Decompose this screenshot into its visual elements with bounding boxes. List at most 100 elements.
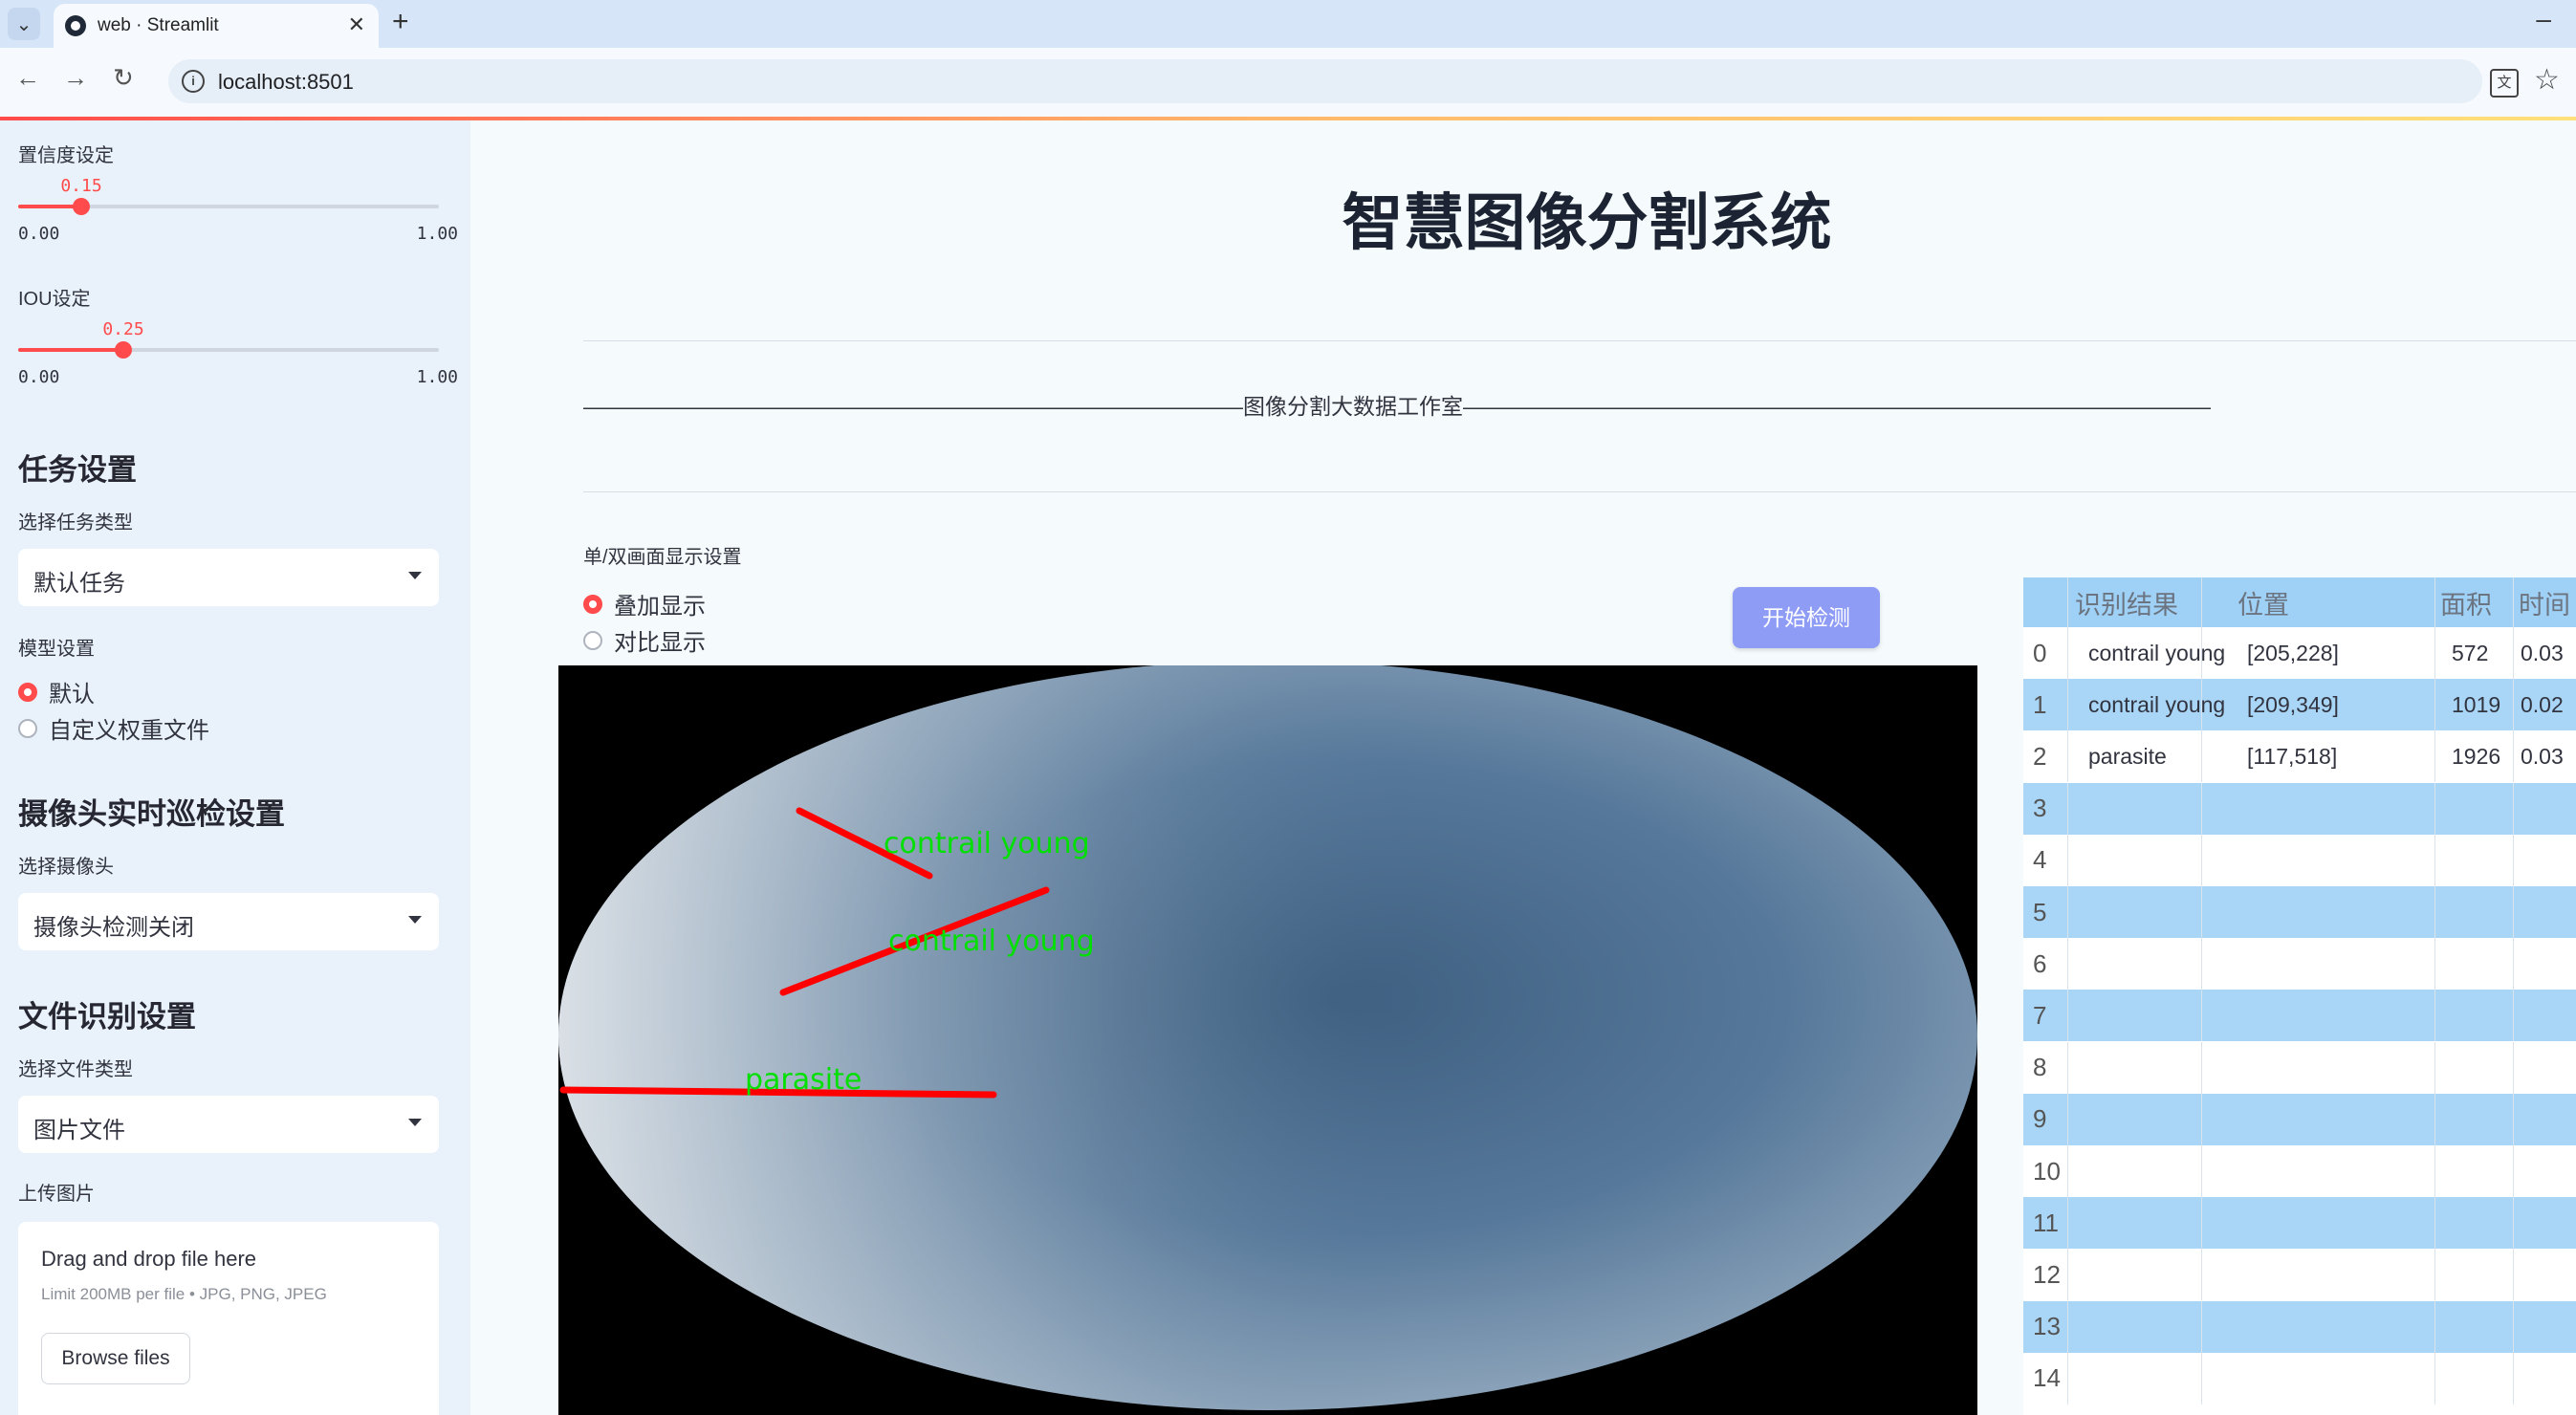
- column-divider: [2067, 679, 2068, 731]
- sidebar: 置信度设定 0.15 0.00 1.00 IOU设定 0.25 0.00 1.0…: [0, 120, 470, 1415]
- table-row[interactable]: 2 parasite [117,518] 1926 0.03: [2023, 730, 2576, 783]
- confidence-track[interactable]: [18, 198, 439, 215]
- results-table[interactable]: 识别结果 位置 面积 时间 0 contrail young [205,228] 572 0.0…: [2023, 577, 2576, 1415]
- column-divider: [2067, 834, 2068, 886]
- table-row[interactable]: 9: [2023, 1093, 2576, 1145]
- file-type-select[interactable]: 图片文件: [18, 1096, 439, 1153]
- confidence-slider[interactable]: 0.15 0.00 1.00: [18, 176, 458, 244]
- column-divider: [2434, 679, 2435, 731]
- studio-banner: ——————————————————————————————图像分割大数据工作室…: [583, 394, 2211, 419]
- model-radio-default[interactable]: 默认: [18, 675, 95, 708]
- table-row[interactable]: 8: [2023, 1041, 2576, 1094]
- radio-selected-icon: [583, 594, 602, 614]
- column-divider: [2201, 1093, 2202, 1145]
- table-row[interactable]: 13: [2023, 1300, 2576, 1353]
- divider: [583, 491, 2576, 492]
- column-divider: [2067, 886, 2068, 938]
- url-field[interactable]: i localhost:8501: [168, 59, 2482, 103]
- confidence-thumb[interactable]: [73, 198, 90, 215]
- table-row[interactable]: 11: [2023, 1197, 2576, 1250]
- cell-position: [117,518]: [2247, 743, 2338, 769]
- column-divider: [2434, 1197, 2435, 1250]
- column-divider: [2201, 1300, 2202, 1353]
- column-divider: [2434, 730, 2435, 783]
- close-tab-icon[interactable]: ✕: [348, 12, 365, 37]
- iou-value: 0.25: [102, 319, 144, 339]
- iou-track[interactable]: [18, 341, 439, 359]
- column-divider: [2513, 1300, 2514, 1353]
- column-divider: [2513, 1352, 2514, 1404]
- browse-files-button[interactable]: Browse files: [41, 1333, 190, 1384]
- model-radio-custom[interactable]: 自定义权重文件: [18, 711, 209, 745]
- radio-unselected-icon: [583, 630, 602, 650]
- iou-slider[interactable]: 0.25 0.00 1.00: [18, 319, 458, 387]
- browser-tab-bar: ⌄ web · Streamlit ✕ + –: [0, 0, 2576, 48]
- table-header-row: 识别结果 位置 面积 时间: [2023, 577, 2576, 627]
- column-divider: [2201, 990, 2202, 1042]
- column-divider: [2513, 1197, 2514, 1250]
- table-row[interactable]: 12: [2023, 1249, 2576, 1301]
- camera-select-label: 选择摄像头: [18, 857, 114, 878]
- table-row[interactable]: 10: [2023, 1145, 2576, 1197]
- table-row[interactable]: 0 contrail young [205,228] 572 0.03: [2023, 627, 2576, 679]
- column-divider: [2201, 886, 2202, 938]
- row-index: 1: [2033, 689, 2047, 719]
- forward-icon[interactable]: →: [63, 63, 88, 93]
- table-row[interactable]: 14: [2023, 1352, 2576, 1404]
- site-info-icon[interactable]: i: [182, 70, 205, 93]
- translate-icon[interactable]: 文: [2490, 69, 2519, 98]
- column-divider: [2201, 577, 2202, 627]
- column-divider: [2067, 1249, 2068, 1301]
- camera-select[interactable]: 摄像头检测关闭: [18, 893, 439, 950]
- table-header-cell[interactable]: 位置: [2238, 577, 2289, 627]
- chevron-down-icon: [408, 916, 422, 924]
- upload-label: 上传图片: [18, 1184, 95, 1205]
- start-detection-button[interactable]: 开始检测: [1733, 587, 1880, 648]
- table-row[interactable]: 7: [2023, 990, 2576, 1042]
- minimize-window-icon[interactable]: –: [2536, 4, 2551, 34]
- table-header-cell[interactable]: 面积: [2440, 577, 2492, 627]
- table-header-cell[interactable]: 时间: [2519, 577, 2570, 627]
- column-divider: [2067, 990, 2068, 1042]
- cell-position: [205,228]: [2247, 640, 2339, 665]
- table-row[interactable]: 4: [2023, 834, 2576, 886]
- bookmark-star-icon[interactable]: ☆: [2534, 63, 2560, 97]
- table-row[interactable]: 6: [2023, 938, 2576, 990]
- chevron-down-icon: [408, 572, 422, 579]
- column-divider: [2513, 990, 2514, 1042]
- new-tab-icon[interactable]: +: [392, 6, 409, 38]
- upload-limit: Limit 200MB per file • JPG, PNG, JPEG: [41, 1285, 327, 1303]
- column-divider: [2513, 886, 2514, 938]
- table-row[interactable]: 5: [2023, 886, 2576, 938]
- cell-position: [209,349]: [2247, 691, 2339, 717]
- column-divider: [2067, 627, 2068, 679]
- column-divider: [2434, 1352, 2435, 1404]
- overlay-label-contrail-1: contrail young: [884, 827, 1090, 860]
- row-index: 6: [2033, 948, 2047, 978]
- row-index: 14: [2033, 1363, 2061, 1393]
- divider: [583, 340, 2576, 341]
- column-divider: [2513, 782, 2514, 835]
- table-header-cell[interactable]: 识别结果: [2075, 577, 2178, 627]
- column-divider: [2513, 627, 2514, 679]
- iou-thumb[interactable]: [115, 341, 132, 359]
- table-row[interactable]: 3: [2023, 782, 2576, 835]
- task-select[interactable]: 默认任务: [18, 549, 439, 606]
- row-index: 12: [2033, 1259, 2061, 1289]
- iou-max: 1.00: [416, 367, 458, 387]
- column-divider: [2434, 1145, 2435, 1197]
- browser-tab[interactable]: web · Streamlit ✕: [54, 4, 379, 48]
- table-row[interactable]: 1 contrail young [209,349] 1019 0.02: [2023, 679, 2576, 731]
- display-radio-overlay[interactable]: 叠加显示: [583, 587, 706, 620]
- display-radio-compare[interactable]: 对比显示: [583, 623, 706, 657]
- file-uploader-dropzone[interactable]: Drag and drop file here Limit 200MB per …: [18, 1222, 439, 1415]
- back-icon[interactable]: ←: [15, 63, 40, 93]
- confidence-label: 置信度设定: [18, 145, 114, 166]
- column-divider: [2067, 782, 2068, 835]
- reload-icon[interactable]: ↻: [113, 63, 134, 93]
- column-divider: [2201, 782, 2202, 835]
- row-index: 3: [2033, 794, 2047, 823]
- column-divider: [2513, 1093, 2514, 1145]
- column-divider: [2434, 834, 2435, 886]
- tab-search-dropdown-icon[interactable]: ⌄: [8, 8, 40, 40]
